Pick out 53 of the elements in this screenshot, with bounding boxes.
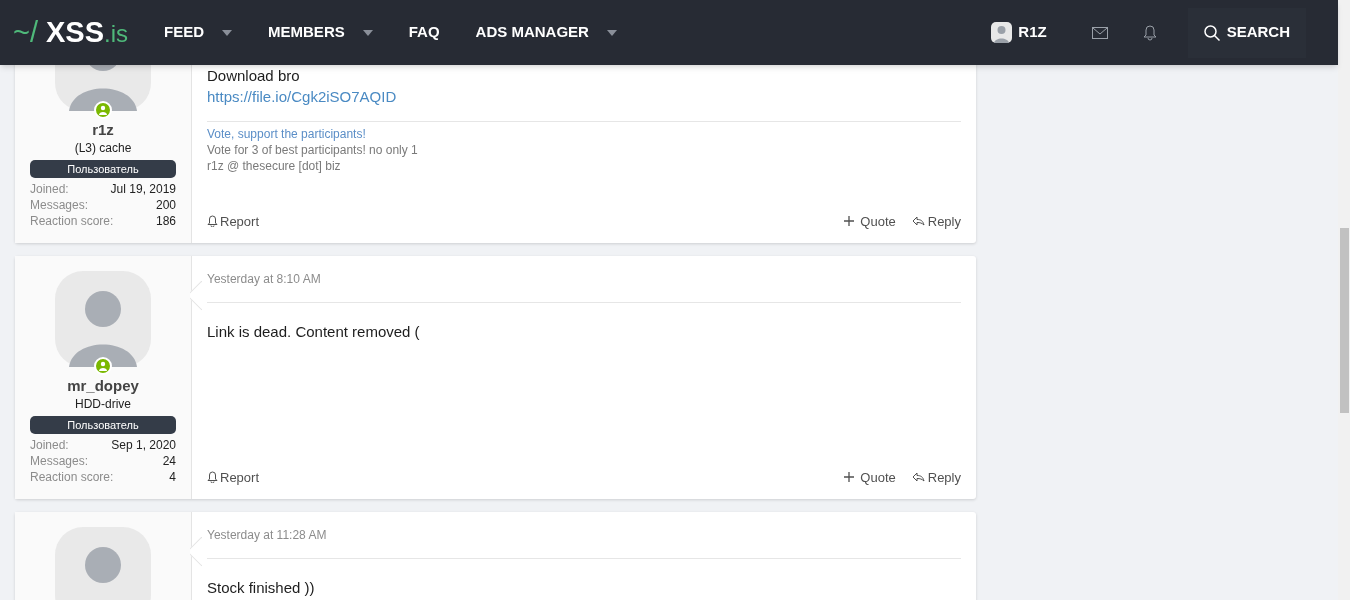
nav-tab[interactable]: FEED (148, 0, 249, 65)
post-text: Link is dead. Content removed ( (207, 322, 421, 342)
post-link[interactable]: https://file.io/Cgk2iSO7AQID (207, 86, 961, 107)
stat-label: Reaction score: (30, 213, 114, 229)
logo-suffix: .is (104, 18, 129, 49)
signature-line: Vote, support the participants! (207, 126, 367, 142)
stat-value: 4 (169, 469, 176, 485)
nav-tab[interactable]: FAQ (392, 0, 456, 65)
reply-icon (911, 472, 925, 483)
search-icon (1203, 24, 1220, 41)
signature-line: r1z @ thesecure [dot] biz (207, 158, 342, 174)
nav-tab[interactable]: ADS MANAGER (459, 0, 633, 65)
avatar-icon[interactable] (55, 271, 151, 367)
role-badge: Пользователь (30, 416, 176, 434)
stat-value: Sep 1, 2020 (111, 437, 176, 453)
stat-label: Messages: (30, 197, 89, 213)
plus-icon (844, 472, 855, 483)
post-timestamp[interactable]: Yesterday at 11:28 AM (207, 527, 961, 543)
reply-link[interactable]: Reply (911, 211, 961, 231)
quote-link[interactable]: Quote (844, 211, 896, 231)
username[interactable]: r1z (92, 120, 114, 140)
username[interactable]: mr_dopey (67, 376, 139, 396)
quote-link[interactable]: Quote (844, 467, 896, 487)
reply-icon (911, 216, 925, 227)
plus-icon (844, 216, 855, 227)
search-button[interactable]: SEARCH (1187, 7, 1306, 58)
stat-label: Joined: (30, 181, 69, 197)
post-text: Download bro (207, 66, 301, 86)
stat-label: Reaction score: (30, 469, 114, 485)
stat-value: 24 (162, 453, 176, 469)
stat-label: Messages: (30, 453, 89, 469)
user-menu[interactable]: R1Z (979, 0, 1059, 65)
post-text: Stock finished )) (207, 578, 316, 598)
signature-line: Vote for 3 of best participants! no only 1 (207, 142, 419, 158)
scrollbar[interactable] (1338, 0, 1350, 600)
stat-value: Jul 19, 2019 (110, 181, 176, 197)
user-title: HDD-drive (75, 396, 131, 412)
stat-label: Joined: (30, 437, 69, 453)
stat-value: 200 (155, 197, 176, 213)
nav-tab[interactable]: MEMBERS (252, 0, 389, 65)
avatar-icon (991, 22, 1013, 43)
user-title: (L3) cache (74, 140, 132, 156)
bell-icon (207, 471, 218, 484)
logo-text: XSS (46, 14, 105, 50)
report-link[interactable]: Report (207, 467, 260, 487)
stat-value: 186 (155, 213, 176, 229)
role-badge: Пользователь (30, 160, 176, 178)
reply-link[interactable]: Reply (911, 467, 961, 487)
avatar-icon[interactable] (55, 527, 151, 600)
bell-icon (207, 215, 218, 228)
logo-prefix: ~/ (13, 14, 38, 50)
post-timestamp[interactable]: Yesterday at 8:10 AM (207, 271, 961, 287)
report-link[interactable]: Report (207, 211, 260, 231)
